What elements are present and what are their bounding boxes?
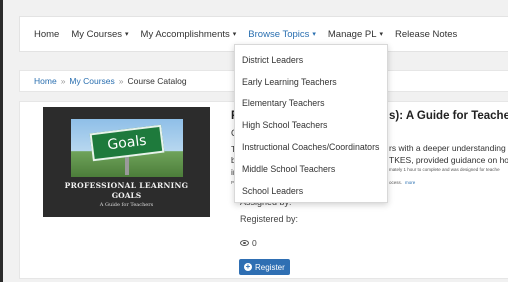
- app-window: Home My Courses ▾ My Accomplishments ▾ Bro…: [0, 0, 508, 282]
- breadcrumb-home[interactable]: Home: [34, 76, 57, 86]
- breadcrumb-my-courses[interactable]: My Courses: [69, 76, 114, 86]
- view-count: 0: [240, 238, 257, 248]
- caret-down-icon: ▾: [125, 31, 129, 38]
- dropdown-item-middle-school-teachers[interactable]: Middle School Teachers: [235, 158, 387, 180]
- nav-release-notes[interactable]: Release Notes: [395, 17, 457, 51]
- registered-by-label: Registered by:: [240, 214, 299, 224]
- nav-my-courses[interactable]: My Courses ▾: [71, 17, 128, 51]
- caret-down-icon: ▾: [379, 31, 383, 38]
- register-button[interactable]: + Register: [239, 259, 290, 275]
- dropdown-item-early-learning-teachers[interactable]: Early Learning Teachers: [235, 71, 387, 93]
- sign-post: [125, 155, 129, 175]
- nav-my-courses-label: My Courses: [71, 28, 123, 40]
- cover-title-line3: A Guide for Teachers: [99, 202, 154, 208]
- dropdown-item-high-school-teachers[interactable]: High School Teachers: [235, 114, 387, 136]
- nav-release-notes-label: Release Notes: [395, 28, 458, 40]
- nav-my-accomplishments-label: My Accomplishments: [140, 28, 230, 40]
- description-fragment: TKES, provided guidance on how: [389, 155, 508, 165]
- course-title-visible-end[interactable]: s): A Guide for Teachers: [389, 110, 508, 122]
- course-cover-image[interactable]: Goals PROFESSIONAL LEARNING GOALS A Guid…: [43, 107, 210, 217]
- plus-circle-icon: +: [244, 262, 252, 271]
- description-end: ocess.: [389, 180, 403, 185]
- breadcrumb-separator: »: [60, 76, 66, 86]
- breadcrumb-separator: »: [118, 76, 124, 86]
- nav-browse-topics-label: Browse Topics: [248, 28, 310, 40]
- nav-home-label: Home: [34, 28, 60, 40]
- cover-title-line1: PROFESSIONAL LEARNING: [64, 181, 189, 190]
- description-fragment: rs with a deeper understanding c: [389, 143, 508, 153]
- dropdown-item-instructional-coaches[interactable]: Instructional Coaches/Coordinators: [235, 136, 387, 158]
- description-fragment: mately 1 hour to complete and was design…: [389, 167, 500, 172]
- dropdown-item-school-leaders[interactable]: School Leaders: [235, 180, 387, 202]
- nav-home[interactable]: Home: [34, 17, 59, 51]
- register-button-label: Register: [255, 262, 285, 272]
- browse-topics-dropdown: District Leaders Early Learning Teachers…: [234, 44, 388, 203]
- caret-down-icon: ▾: [312, 31, 316, 38]
- caret-down-icon: ▾: [232, 31, 237, 38]
- description-fragment: ocess. more: [389, 180, 415, 185]
- cover-title-line2: GOALS: [111, 191, 142, 200]
- nav-manage-pl-label: Manage PL: [327, 28, 377, 40]
- breadcrumb-current: Course Catalog: [127, 76, 187, 86]
- dropdown-item-elementary-teachers[interactable]: Elementary Teachers: [235, 93, 387, 115]
- view-count-value: 0: [252, 238, 257, 248]
- dropdown-item-district-leaders[interactable]: District Leaders: [235, 49, 387, 71]
- eye-icon: [240, 240, 249, 246]
- more-link[interactable]: more: [405, 180, 415, 185]
- nav-my-accomplishments[interactable]: My Accomplishments ▾: [141, 17, 237, 51]
